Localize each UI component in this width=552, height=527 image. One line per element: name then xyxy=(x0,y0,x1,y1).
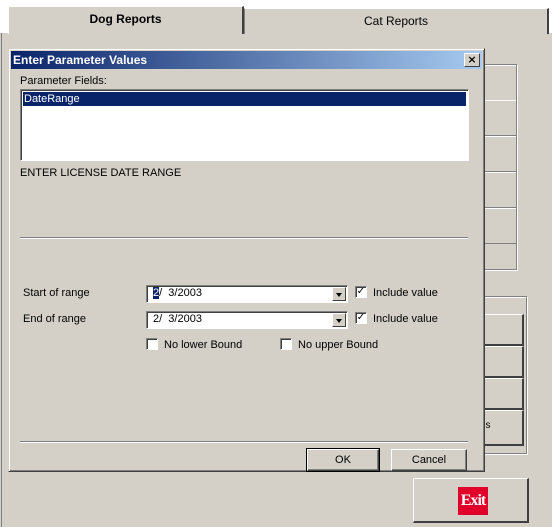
no-upper-bound-checkbox[interactable] xyxy=(280,338,292,350)
start-date-picker[interactable]: 2/ 3/2003 xyxy=(146,285,348,303)
parameter-fields-label: Parameter Fields: xyxy=(20,75,107,87)
start-date-value: 2/ 3/2003 xyxy=(153,287,202,299)
cancel-button[interactable]: Cancel xyxy=(391,449,467,471)
ok-button[interactable]: OK xyxy=(306,448,380,472)
enter-parameter-values-dialog: Enter Parameter Values × Parameter Field… xyxy=(8,48,485,472)
start-range-label: Start of range xyxy=(23,287,90,299)
chevron-down-icon[interactable] xyxy=(332,313,346,327)
no-lower-bound-checkbox[interactable] xyxy=(146,338,158,350)
exit-icon: Exit xyxy=(458,487,488,515)
separator xyxy=(20,237,468,239)
separator xyxy=(20,441,468,443)
parameter-fields-list[interactable]: DateRange xyxy=(20,89,469,161)
start-include-checkbox[interactable]: ✓ xyxy=(355,286,367,298)
end-date-picker[interactable]: 2/ 3/2003 xyxy=(146,311,348,329)
end-include-label: Include value xyxy=(373,313,438,325)
exit-button[interactable]: Exit xyxy=(413,478,529,523)
dialog-title-bar[interactable]: Enter Parameter Values × xyxy=(11,51,482,69)
tab-cat-reports[interactable]: Cat Reports xyxy=(244,8,549,34)
dialog-title: Enter Parameter Values xyxy=(13,53,148,67)
end-range-label: End of range xyxy=(23,313,86,325)
panel-border xyxy=(1,33,2,527)
end-date-value: 2/ 3/2003 xyxy=(153,313,202,325)
tab-dog-reports[interactable]: Dog Reports xyxy=(8,6,244,34)
close-icon[interactable]: × xyxy=(464,53,480,67)
start-include-label: Include value xyxy=(373,287,438,299)
list-item[interactable]: DateRange xyxy=(23,92,466,106)
no-lower-bound-label: No lower Bound xyxy=(164,339,243,351)
report-tab-bar: Dog Reports Cat Reports xyxy=(0,0,552,34)
end-include-checkbox[interactable]: ✓ xyxy=(355,312,367,324)
prompt-text: ENTER LICENSE DATE RANGE xyxy=(20,167,182,179)
no-upper-bound-label: No upper Bound xyxy=(298,339,379,351)
chevron-down-icon[interactable] xyxy=(332,287,346,301)
